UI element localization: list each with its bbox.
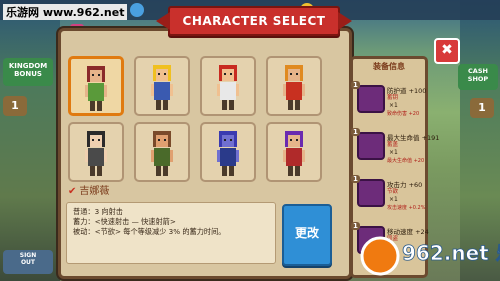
character-slot-2[interactable] <box>134 56 190 116</box>
description-line: 普通：3 向射击 <box>73 207 123 216</box>
watermark-logo: 962.net 乐游网 <box>360 236 500 276</box>
change-button[interactable]: 更改 <box>282 204 332 266</box>
description-line: 被动：<节欲> 每个等级减少 3% 的蓄力时间。 <box>73 227 226 236</box>
character-sprite <box>151 65 173 110</box>
character-sprite <box>283 131 305 176</box>
description-line: 蓄力：<快速射击 — 快速射箭> <box>73 217 176 226</box>
character-slot-7[interactable] <box>200 122 256 182</box>
sign-out-button[interactable]: SIGN OUT <box>3 250 53 274</box>
equipment-item[interactable]: 1 攻击力 +60 节欲 ×1 攻击速度 +0.2% <box>351 175 425 215</box>
character-sprite <box>151 131 173 176</box>
character-slot-5[interactable] <box>68 122 124 182</box>
character-sprite <box>217 65 239 110</box>
equipment-bonus: 攻击速度 +0.2% <box>387 205 426 211</box>
cash-shop-button[interactable]: CASH SHOP <box>458 64 498 90</box>
close-button[interactable]: ✖ <box>434 38 460 64</box>
right-level-number: 1 <box>478 101 486 114</box>
sign-out-label: SIGN OUT <box>19 252 37 266</box>
equipment-icon <box>357 132 385 160</box>
equipment-title: 装备信息 <box>373 62 405 71</box>
cash-shop-label: CASH SHOP <box>467 67 489 83</box>
equipment-level-badge: 1 <box>351 222 360 230</box>
equipment-icon <box>357 85 385 113</box>
equipment-level-badge: 1 <box>351 128 360 136</box>
equipment-type: 蓄盖 <box>387 142 399 148</box>
equipment-count: ×1 <box>389 102 398 109</box>
character-slot-8[interactable] <box>266 122 322 182</box>
character-sprite <box>85 131 107 176</box>
equipment-level-badge: 1 <box>351 175 360 183</box>
character-description: 普通：3 向射击 蓄力：<快速射击 — 快速射箭> 被动：<节欲> 每个等级减少… <box>66 202 276 264</box>
character-slot-4[interactable] <box>266 56 322 116</box>
gem-icon <box>130 3 144 17</box>
equipment-type: 节欲 <box>387 189 399 195</box>
left-level-badge: 1 <box>3 96 27 116</box>
equipment-type: 蓄钥 <box>387 95 399 101</box>
equipment-item[interactable]: 1 最大生命值 +191 蓄盖 ×1 最大生命值 +20 <box>351 128 439 168</box>
equipment-item[interactable]: 1 防护道 +100 蓄钥 ×1 致命伤害 +20 <box>351 81 426 121</box>
checkmark-icon: ✔ <box>68 186 77 197</box>
selected-character-row: ✔ 吉娜薇 <box>68 182 109 197</box>
right-level-badge: 1 <box>470 98 494 118</box>
watermark-text: 乐游网 www.962.net <box>3 4 128 20</box>
close-icon: ✖ <box>441 42 453 58</box>
equipment-count: ×1 <box>389 149 398 156</box>
character-slot-1[interactable] <box>68 56 124 116</box>
character-sprite <box>217 131 239 176</box>
equipment-bonus: 致命伤害 +20 <box>387 111 420 117</box>
character-sprite <box>85 66 107 111</box>
character-sprite <box>283 65 305 110</box>
equipment-count: ×1 <box>389 196 398 203</box>
kingdom-bonus-button[interactable]: KINGDOM BONUS <box>3 58 53 86</box>
left-scenery <box>0 0 60 281</box>
equipment-level-badge: 1 <box>351 81 360 89</box>
character-select-title: CHARACTER SELECT <box>168 6 340 36</box>
watermark-logo-text: 962.net 乐游网 <box>402 241 500 265</box>
equipment-icon <box>357 179 385 207</box>
kingdom-bonus-label: KINGDOM BONUS <box>8 62 48 78</box>
left-level-number: 1 <box>11 99 19 112</box>
character-slot-3[interactable] <box>200 56 256 116</box>
equipment-bonus: 最大生命值 +20 <box>387 158 425 164</box>
character-slot-6[interactable] <box>134 122 190 182</box>
selected-character-name: 吉娜薇 <box>79 186 110 197</box>
